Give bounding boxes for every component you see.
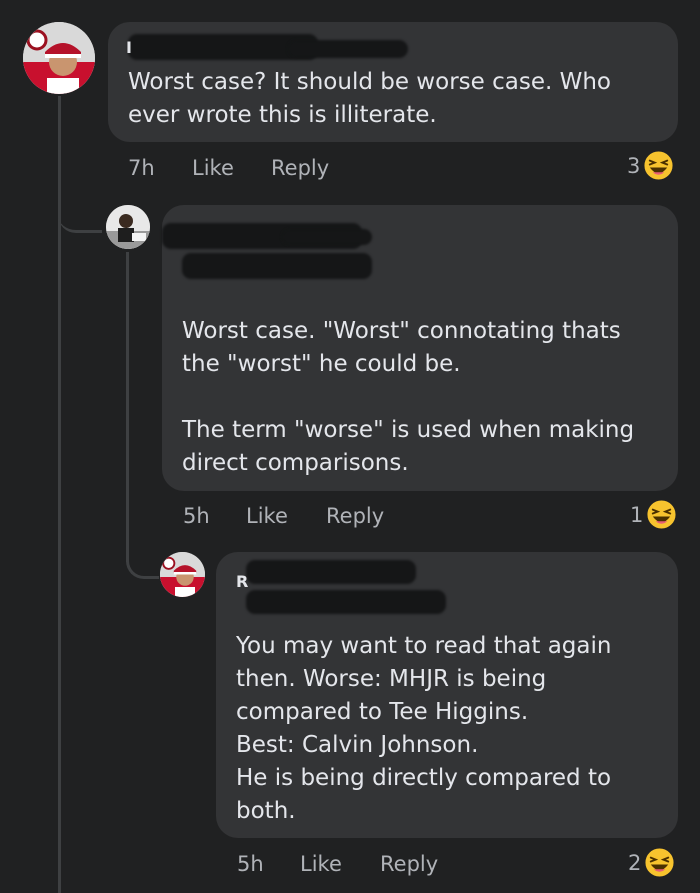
comment-bubble: R You may want to read that again then. … [216, 552, 678, 838]
reaction-summary[interactable]: 2 [628, 847, 675, 878]
comment-actions: 7h Like Reply [128, 156, 678, 186]
redacted-author-name [246, 590, 446, 614]
laughing-emoji-icon [646, 499, 677, 530]
reply-button[interactable]: Reply [380, 852, 438, 876]
like-button[interactable]: Like [246, 504, 288, 528]
redacted-author-name [282, 229, 372, 245]
avatar[interactable] [23, 22, 95, 94]
reply-button[interactable]: Reply [326, 504, 384, 528]
redacted-author-name [288, 40, 408, 58]
reaction-count: 1 [630, 502, 644, 527]
comment-time[interactable]: 5h [183, 504, 210, 528]
avatar-photo-icon [23, 22, 95, 94]
comment-time[interactable]: 7h [128, 156, 155, 180]
reply-button[interactable]: Reply [271, 156, 329, 180]
thread-connector-reply-1 [58, 200, 102, 233]
author-name[interactable]: I [126, 38, 132, 57]
avatar-photo-icon [160, 552, 205, 597]
avatar[interactable] [106, 205, 150, 249]
redacted-author-name [246, 560, 416, 584]
reaction-count: 3 [627, 153, 641, 178]
comment-text: You may want to read that again then. Wo… [236, 633, 612, 824]
laughing-emoji-icon [643, 150, 674, 181]
thread-connector-reply-2 [126, 548, 159, 579]
comment-text: Worst case. "Worst" connotating thats th… [182, 318, 635, 476]
laughing-emoji-icon [644, 847, 675, 878]
comment-actions: 5h Like Reply [183, 504, 678, 534]
redacted-author-name [182, 253, 372, 279]
comment-bubble: Worst case. "Worst" connotating thats th… [162, 205, 678, 491]
like-button[interactable]: Like [300, 852, 342, 876]
avatar-photo-icon [106, 205, 150, 249]
reaction-count: 2 [628, 850, 642, 875]
like-button[interactable]: Like [192, 156, 234, 180]
comment-bubble: I Worst case? It should be worse case. W… [108, 22, 678, 142]
reaction-summary[interactable]: 1 [630, 499, 677, 530]
comment-time[interactable]: 5h [237, 852, 264, 876]
comment-thread: I Worst case? It should be worse case. W… [0, 0, 700, 893]
comment-actions: 5h Like Reply [237, 852, 678, 882]
comment-text: Worst case? It should be worse case. Who… [128, 69, 611, 128]
thread-line-reply-1 [126, 252, 129, 562]
reaction-summary[interactable]: 3 [627, 150, 674, 181]
avatar[interactable] [160, 552, 205, 597]
author-name[interactable]: R [236, 572, 248, 591]
